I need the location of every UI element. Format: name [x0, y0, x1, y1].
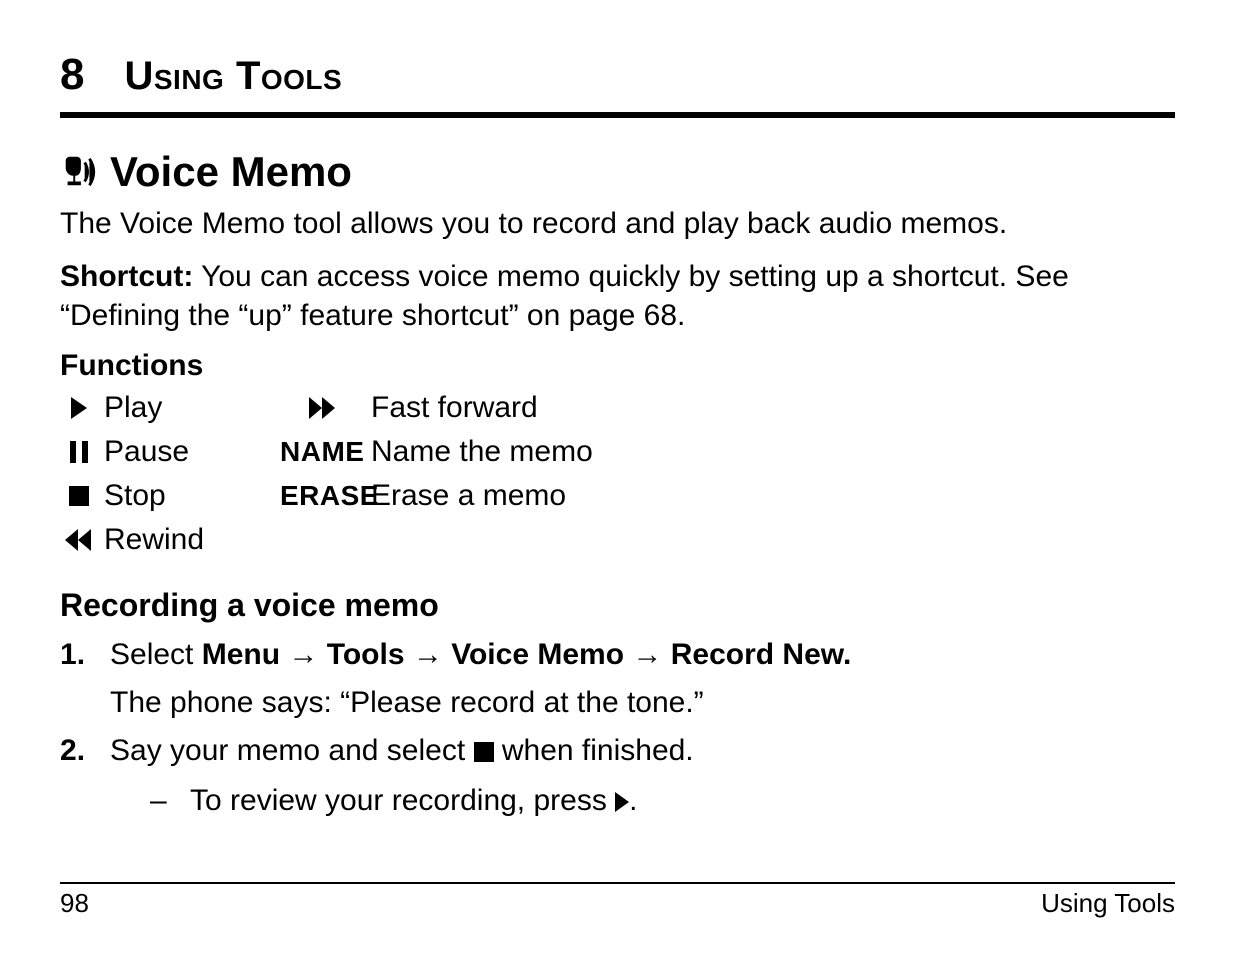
play-icon-inline: [615, 782, 629, 824]
erase-key-label: ERASE: [280, 480, 365, 512]
step2-text-b: when finished.: [494, 734, 694, 767]
voice-memo-icon: [60, 153, 98, 191]
erase-desc: Erase a memo: [371, 479, 1175, 513]
chapter-heading: 8 Using Tools: [60, 50, 1175, 100]
page-footer: 98 Using Tools: [60, 882, 1175, 919]
stop-icon-inline: [474, 732, 494, 774]
step-1: Select Menu → Tools → Voice Memo → Recor…: [60, 634, 1175, 724]
step1-sub: The phone says: “Please record at the to…: [110, 682, 1175, 724]
play-icon: [60, 397, 98, 419]
chapter-title: Using Tools: [124, 54, 342, 99]
footer-section: Using Tools: [1041, 888, 1175, 919]
shortcut-body: You can access voice memo quickly by set…: [60, 260, 1069, 332]
shortcut-label: Shortcut:: [60, 260, 193, 293]
recording-heading: Recording a voice memo: [60, 587, 1175, 624]
rewind-icon: [60, 529, 98, 551]
chapter-rule: [60, 112, 1175, 118]
arrow-icon: →: [413, 638, 443, 671]
intro-text: The Voice Memo tool allows you to record…: [60, 204, 1175, 243]
menu-path-0: Menu: [202, 638, 280, 671]
step2-sub-b: .: [629, 784, 637, 817]
fast-forward-label: Fast forward: [371, 391, 1175, 425]
pause-label: Pause: [104, 435, 274, 469]
shortcut-text: Shortcut: You can access voice memo quic…: [60, 257, 1175, 335]
stop-icon: [60, 486, 98, 506]
pause-icon: [60, 441, 98, 463]
menu-path-1: Tools: [327, 638, 405, 671]
name-desc: Name the memo: [371, 435, 1175, 469]
footer-rule: [60, 882, 1175, 884]
step1-prefix: Select: [110, 638, 202, 671]
section-heading: Voice Memo: [60, 148, 1175, 196]
functions-grid: Play Fast forward Pause NAME Name the me…: [60, 391, 1175, 557]
section-title: Voice Memo: [110, 148, 352, 196]
menu-path-2: Voice Memo: [451, 638, 624, 671]
menu-path-3: Record New.: [671, 638, 852, 671]
page-number: 98: [60, 888, 89, 919]
fast-forward-icon: [280, 397, 365, 419]
play-label: Play: [104, 391, 274, 425]
arrow-icon: →: [288, 638, 318, 671]
name-key-label: NAME: [280, 436, 365, 468]
steps-list: Select Menu → Tools → Voice Memo → Recor…: [60, 634, 1175, 824]
arrow-icon: →: [632, 638, 662, 671]
functions-heading: Functions: [60, 349, 1175, 383]
step2-text-a: Say your memo and select: [110, 734, 474, 767]
rewind-label: Rewind: [104, 523, 274, 557]
stop-label: Stop: [104, 479, 274, 513]
chapter-number: 8: [60, 50, 84, 100]
step-2: Say your memo and select when finished. …: [60, 730, 1175, 824]
page: 8 Using Tools Voice Memo The Voice Memo …: [0, 0, 1235, 954]
step2-sub-a: To review your recording, press: [190, 784, 615, 817]
step2-sub: To review your recording, press .: [150, 780, 1175, 824]
